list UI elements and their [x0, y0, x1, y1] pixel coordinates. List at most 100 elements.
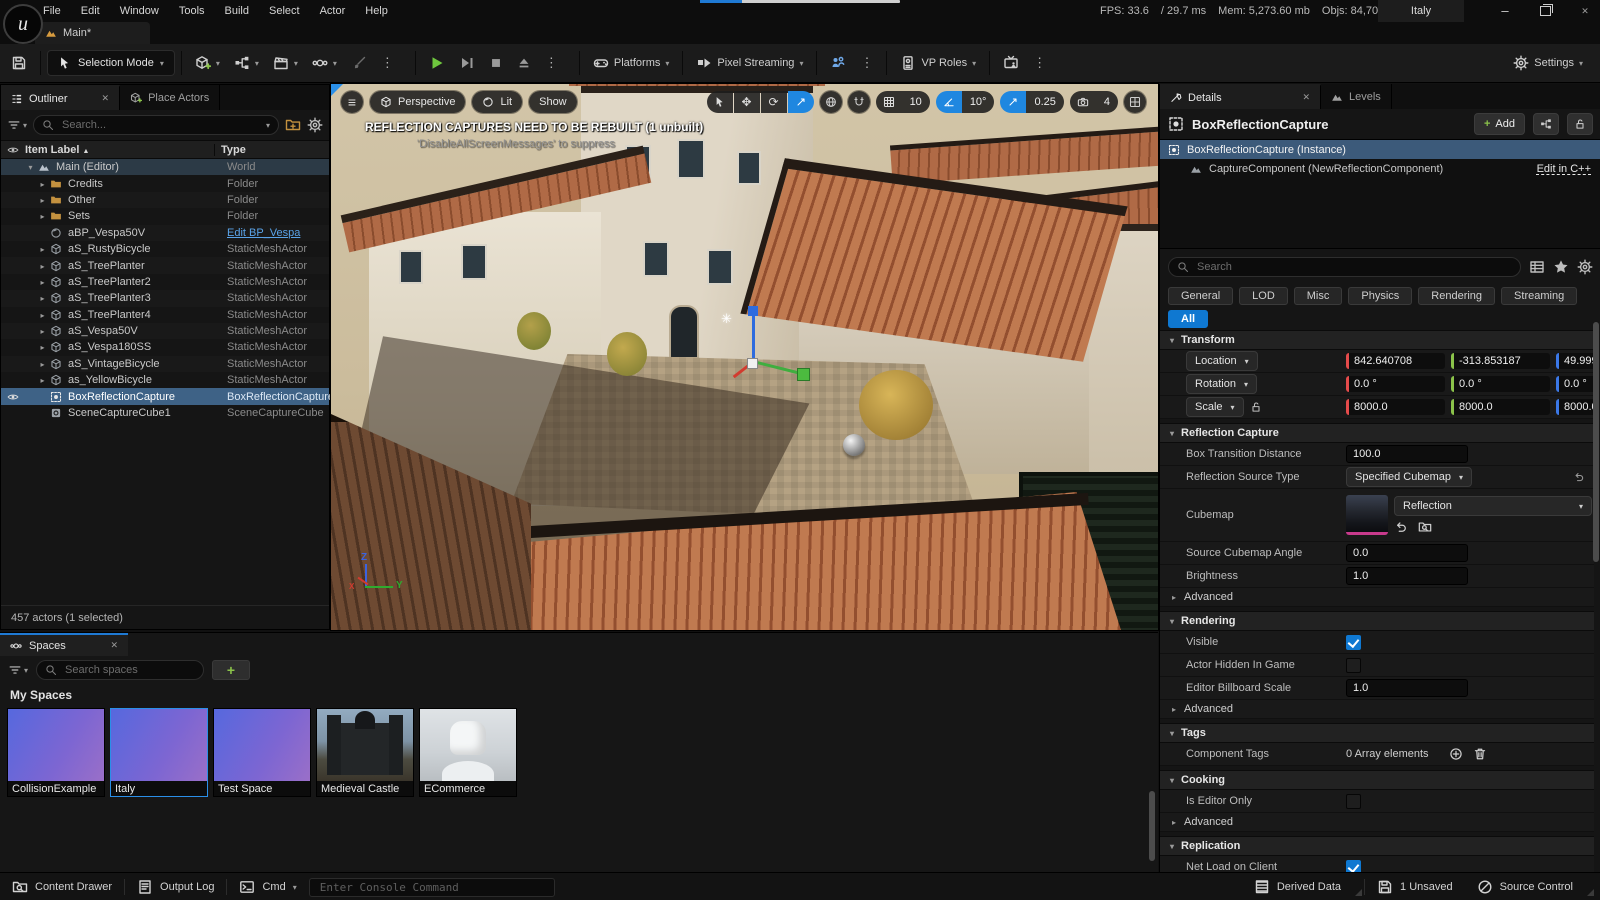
- eject-button[interactable]: [510, 50, 538, 76]
- visible-checkbox[interactable]: [1346, 635, 1361, 650]
- filter-general[interactable]: General: [1168, 287, 1233, 305]
- camera-speed-button[interactable]: [1070, 91, 1096, 113]
- space-card[interactable]: ECommerce: [419, 708, 517, 797]
- camera-speed-value[interactable]: 4: [1096, 91, 1118, 113]
- component-row-selected[interactable]: BoxReflectionCapture (Instance): [1160, 140, 1600, 159]
- details-search-input[interactable]: [1195, 260, 1512, 274]
- transform-gizmo[interactable]: [753, 362, 755, 364]
- quad-view-button[interactable]: [1124, 91, 1146, 113]
- brightness-field[interactable]: 1.0: [1346, 567, 1468, 585]
- rotation-snap-value[interactable]: 10°: [962, 91, 995, 113]
- toolbar-overflow-menu[interactable]: [374, 50, 401, 76]
- edit-in-cpp-link[interactable]: Edit in C++: [1537, 163, 1591, 175]
- rotation-snap-toggle[interactable]: [936, 91, 962, 113]
- filter-rendering[interactable]: Rendering: [1418, 287, 1495, 305]
- filter-misc[interactable]: Misc: [1294, 287, 1343, 305]
- virtual-camera-options-menu[interactable]: [1026, 50, 1053, 76]
- save-button[interactable]: [4, 50, 34, 76]
- outliner-filter-button[interactable]: [7, 118, 27, 132]
- outliner-search-input[interactable]: [60, 118, 260, 132]
- table-row-selected[interactable]: BoxReflectionCaptureBoxReflectionCapture: [1, 388, 329, 404]
- filter-streaming[interactable]: Streaming: [1501, 287, 1577, 305]
- lit-mode-dropdown[interactable]: Lit: [472, 91, 522, 113]
- section-cooking[interactable]: Cooking: [1160, 770, 1594, 790]
- paint-tool-button[interactable]: [344, 50, 374, 76]
- gizmo-z-axis[interactable]: [752, 316, 755, 362]
- table-row[interactable]: aS_TreePlanter2StaticMeshActor: [1, 274, 329, 290]
- type-column-header[interactable]: Type: [214, 144, 329, 156]
- play-button[interactable]: [422, 50, 452, 76]
- eye-icon[interactable]: [7, 391, 19, 403]
- use-selected-asset-icon[interactable]: [1394, 520, 1408, 534]
- source-control-button[interactable]: Source Control: [1465, 873, 1585, 900]
- actor-hidden-checkbox[interactable]: [1346, 658, 1361, 673]
- add-space-button[interactable]: [212, 660, 250, 680]
- section-transform[interactable]: Transform: [1160, 330, 1594, 350]
- menu-edit[interactable]: Edit: [72, 2, 109, 20]
- virtual-camera-button[interactable]: [996, 50, 1026, 76]
- display-options-button[interactable]: [1529, 259, 1545, 275]
- tab-main-level[interactable]: Main*: [35, 22, 150, 44]
- console-command-input[interactable]: [318, 880, 546, 895]
- visibility-column-header[interactable]: [1, 144, 25, 156]
- light-sprite-icon[interactable]: [721, 312, 732, 326]
- item-label-column-header[interactable]: Item Label ▲: [25, 144, 214, 156]
- section-tags[interactable]: Tags: [1160, 723, 1594, 743]
- add-element-icon[interactable]: [1449, 747, 1463, 761]
- cubemap-thumbnail[interactable]: [1346, 495, 1388, 535]
- cmd-dropdown[interactable]: Cmd: [227, 873, 308, 900]
- scale-x-field[interactable]: 8000.0: [1346, 399, 1445, 415]
- details-settings-button[interactable]: [1577, 259, 1593, 275]
- menu-select[interactable]: Select: [260, 2, 309, 20]
- space-card[interactable]: CollisionExample: [7, 708, 105, 797]
- table-row[interactable]: aS_Vespa180SSStaticMeshActor: [1, 339, 329, 355]
- source-angle-field[interactable]: 0.0: [1346, 544, 1468, 562]
- spaces-search[interactable]: [36, 660, 204, 680]
- perspective-dropdown[interactable]: Perspective: [370, 91, 465, 113]
- table-row[interactable]: as_YellowBicycleStaticMeshActor: [1, 372, 329, 388]
- table-row[interactable]: CreditsFolder: [1, 175, 329, 191]
- reset-source-type-button[interactable]: [1564, 471, 1594, 483]
- select-tool-button[interactable]: [707, 91, 733, 113]
- spaces-search-input[interactable]: [63, 663, 195, 677]
- favorites-button[interactable]: [1553, 259, 1569, 275]
- rotation-z-field[interactable]: 0.0 °: [1556, 376, 1594, 392]
- scale-lock-icon[interactable]: [1250, 401, 1262, 413]
- edit-blueprint-link[interactable]: Edit BP_Vespa: [221, 227, 329, 239]
- scale-snap-value[interactable]: 0.25: [1026, 91, 1063, 113]
- viewport-options-menu[interactable]: [341, 91, 363, 113]
- table-row[interactable]: aBP_Vespa50VEdit BP_Vespa: [1, 225, 329, 241]
- surface-snapping-button[interactable]: [848, 91, 870, 113]
- grid-snap-value[interactable]: 10: [902, 91, 930, 113]
- cooking-advanced-expander[interactable]: Advanced: [1160, 813, 1594, 832]
- world-local-toggle[interactable]: [820, 91, 842, 113]
- billboard-scale-field[interactable]: 1.0: [1346, 679, 1468, 697]
- cubemap-asset-dropdown[interactable]: Reflection: [1394, 496, 1592, 516]
- cinematics-dropdown[interactable]: [266, 50, 305, 76]
- table-row[interactable]: aS_Vespa50VStaticMeshActor: [1, 323, 329, 339]
- blueprint-edit-button[interactable]: [1533, 113, 1559, 135]
- spaces-scrollbar[interactable]: [1149, 791, 1155, 861]
- rotate-tool-button[interactable]: ⟳: [761, 91, 787, 113]
- location-type-dropdown[interactable]: Location: [1186, 351, 1258, 371]
- rotation-type-dropdown[interactable]: Rotation: [1186, 374, 1257, 394]
- rotation-x-field[interactable]: 0.0 °: [1346, 376, 1445, 392]
- source-type-dropdown[interactable]: Specified Cubemap: [1346, 467, 1472, 487]
- output-log-button[interactable]: Output Log: [125, 873, 226, 900]
- tab-details[interactable]: Details: [1160, 84, 1321, 109]
- create-folder-button[interactable]: [285, 117, 301, 133]
- selection-mode-dropdown[interactable]: Selection Mode: [47, 50, 175, 76]
- rotation-y-field[interactable]: 0.0 °: [1451, 376, 1550, 392]
- is-editor-only-checkbox[interactable]: [1346, 794, 1361, 809]
- platforms-dropdown[interactable]: Platforms: [586, 50, 676, 76]
- restore-button[interactable]: [1538, 4, 1552, 18]
- spaces-tool-dropdown[interactable]: [305, 50, 344, 76]
- tab-spaces[interactable]: Spaces: [0, 633, 128, 656]
- space-card[interactable]: Medieval Castle: [316, 708, 414, 797]
- close-icon[interactable]: [1302, 92, 1310, 103]
- net-load-checkbox[interactable]: [1346, 860, 1361, 873]
- tab-outliner[interactable]: Outliner: [1, 85, 120, 110]
- stop-button[interactable]: [482, 50, 510, 76]
- quick-add-dropdown[interactable]: [188, 50, 227, 76]
- menu-help[interactable]: Help: [356, 2, 397, 20]
